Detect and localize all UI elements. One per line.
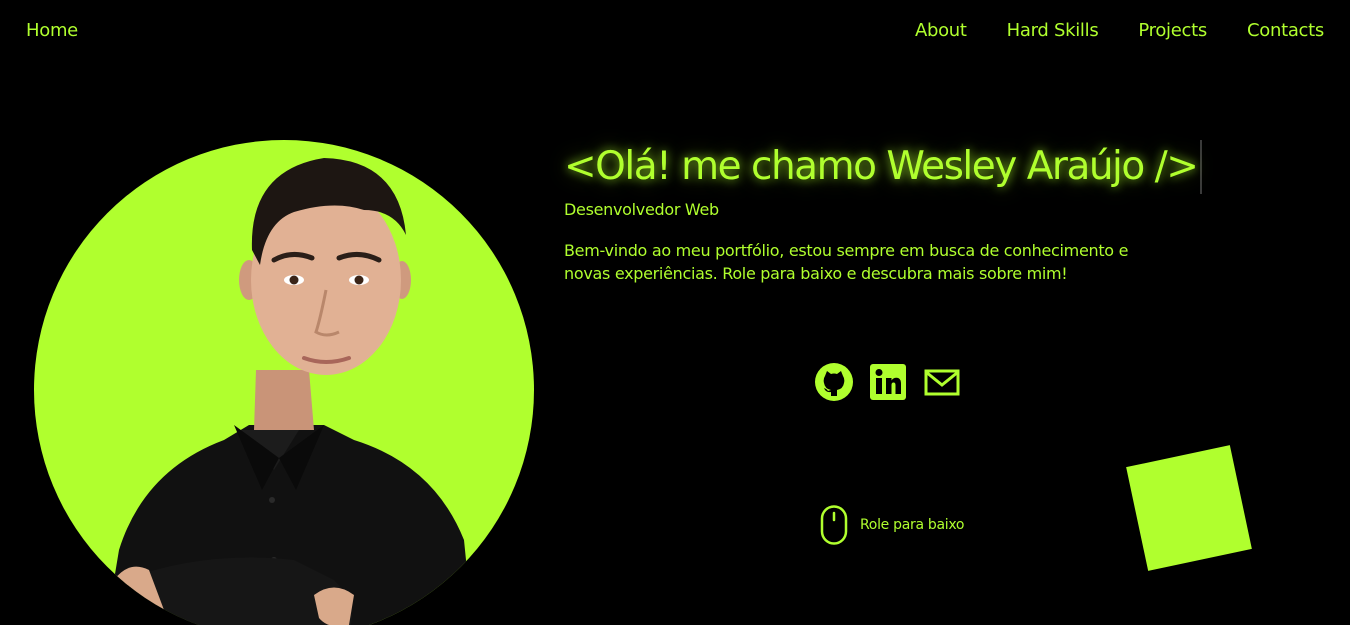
social-links bbox=[814, 362, 962, 402]
nav-link-projects[interactable]: Projects bbox=[1138, 20, 1207, 41]
hero-title: <Olá! me chamo Wesley Araújo /> bbox=[564, 140, 1203, 194]
decorative-square bbox=[1126, 445, 1252, 571]
scroll-down-label: Role para baixo bbox=[860, 517, 965, 533]
nav-link-hard-skills[interactable]: Hard Skills bbox=[1007, 20, 1099, 41]
hero-description: Bem-vindo ao meu portfólio, estou sempre… bbox=[564, 241, 1129, 283]
mouse-icon bbox=[820, 505, 848, 545]
linkedin-icon[interactable] bbox=[868, 362, 908, 402]
main-nav: About Hard Skills Projects Contacts bbox=[915, 20, 1324, 41]
hero-section: <Olá! me chamo Wesley Araújo /> Desenvol… bbox=[564, 140, 1203, 285]
profile-photo bbox=[106, 158, 473, 625]
mail-icon[interactable] bbox=[922, 362, 962, 402]
nav-home-link[interactable]: Home bbox=[26, 20, 78, 41]
profile-avatar bbox=[34, 140, 534, 625]
scroll-down-hint[interactable]: Role para baixo bbox=[820, 505, 964, 545]
nav-link-contacts[interactable]: Contacts bbox=[1247, 20, 1324, 41]
github-icon[interactable] bbox=[814, 362, 854, 402]
hero-subtitle: Desenvolvedor Web bbox=[564, 200, 719, 219]
nav-link-about[interactable]: About bbox=[915, 20, 967, 41]
